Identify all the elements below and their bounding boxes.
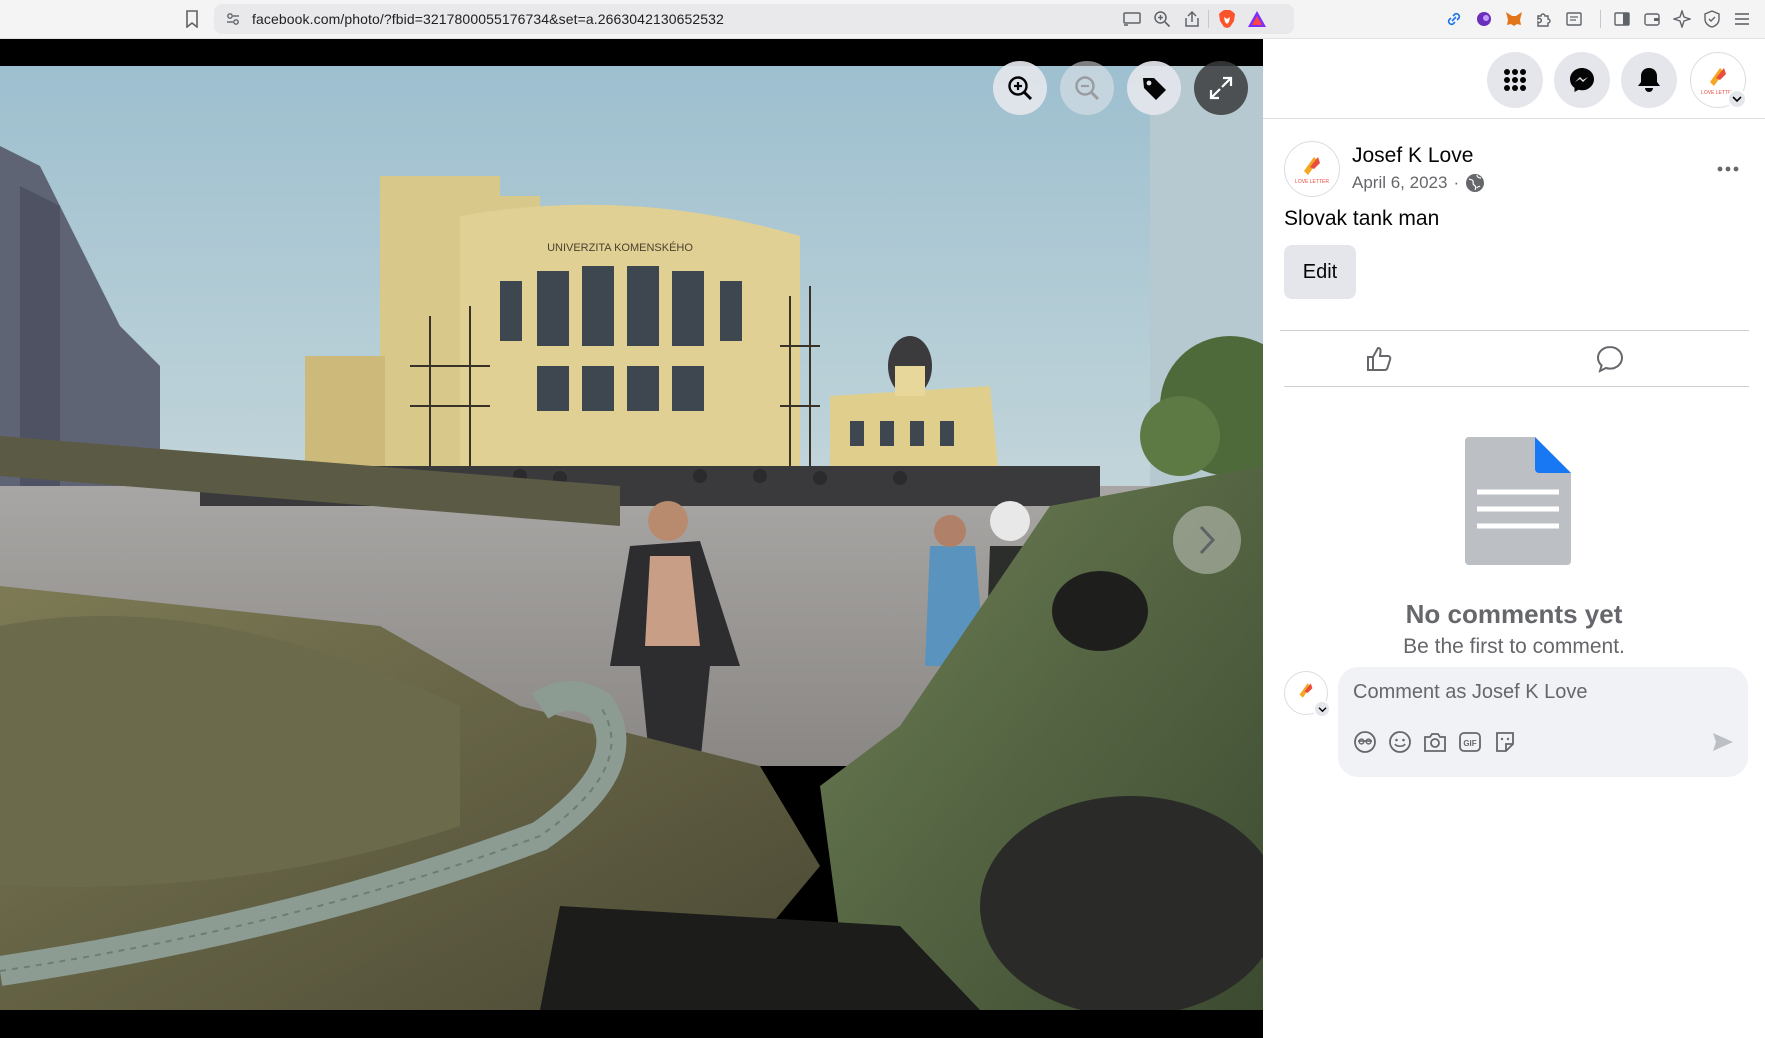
meta-separator: ·	[1453, 173, 1460, 192]
url-text[interactable]: facebook.com/photo/?fbid=321780005517673…	[252, 11, 724, 27]
svg-text:UNIVERZITA KOMENSKÉHO: UNIVERZITA KOMENSKÉHO	[547, 241, 693, 254]
bookmark-icon[interactable]	[181, 8, 203, 30]
svg-text:LOVE LETTER: LOVE LETTER	[1295, 179, 1329, 185]
commenter-avatar[interactable]	[1284, 671, 1331, 718]
chevron-down-icon	[1727, 89, 1747, 109]
no-comments-title: No comments yet	[1405, 599, 1623, 629]
like-button[interactable]	[1359, 339, 1399, 379]
photo-image[interactable]: UNIVERZITA KOMENSKÉHO	[0, 66, 1263, 1010]
share-icon[interactable]	[1182, 9, 1202, 29]
fullscreen-icon	[1209, 76, 1233, 100]
comment-composer[interactable]: Comment as Josef K Love GIF	[1338, 667, 1748, 777]
post-meta: April 6, 2023 ·	[1352, 173, 1485, 193]
browser-toolbar: facebook.com/photo/?fbid=321780005517673…	[0, 0, 1765, 39]
top-nav: LOVE LETTER	[1263, 39, 1765, 119]
post-panel: LOVE LETTER LOVE LETTER Josef K Love Apr…	[1263, 39, 1765, 1038]
messenger-button[interactable]	[1554, 52, 1610, 108]
zoom-out-icon	[1075, 76, 1100, 101]
divider	[1284, 386, 1749, 387]
zoom-icon[interactable]	[1152, 9, 1172, 29]
menu-icon[interactable]	[1732, 9, 1752, 29]
zoom-in-button[interactable]	[993, 61, 1047, 115]
notifications-icon	[1638, 68, 1660, 92]
send-icon[interactable]	[1708, 727, 1738, 757]
messenger-icon	[1570, 68, 1594, 92]
vpn-icon[interactable]	[1702, 9, 1722, 29]
author-name[interactable]: Josef K Love	[1352, 144, 1473, 168]
comment-icon	[1596, 345, 1624, 373]
menu-button[interactable]	[1487, 52, 1543, 108]
wallet-icon[interactable]	[1642, 9, 1662, 29]
tag-icon	[1143, 78, 1166, 100]
notifications-button[interactable]	[1621, 52, 1677, 108]
camera-icon[interactable]	[1422, 729, 1448, 755]
cast-icon[interactable]	[1122, 9, 1142, 29]
no-comments-document-icon	[1465, 437, 1571, 570]
emoji-icon[interactable]	[1387, 729, 1413, 755]
zoom-out-button[interactable]	[1060, 61, 1114, 115]
leo-icon[interactable]	[1672, 9, 1692, 29]
divider	[1280, 330, 1749, 331]
address-bar[interactable]: facebook.com/photo/?fbid=321780005517673…	[214, 4, 1294, 34]
divider	[1600, 10, 1601, 28]
svg-text:GIF: GIF	[1463, 739, 1476, 748]
comment-input[interactable]: Comment as Josef K Love	[1353, 681, 1588, 704]
love-letter-logo: LOVE LETTER	[1295, 157, 1329, 185]
more-options-icon[interactable]	[1710, 151, 1746, 187]
sidebar-icon[interactable]	[1612, 9, 1632, 29]
edit-button[interactable]: Edit	[1284, 245, 1356, 299]
menu-grid-icon	[1504, 69, 1526, 91]
post-caption: Slovak tank man	[1284, 207, 1440, 230]
avatar-sticker-icon[interactable]	[1352, 729, 1378, 755]
zoom-in-icon	[1008, 76, 1033, 101]
tag-photo-button[interactable]	[1127, 61, 1181, 115]
like-icon	[1367, 346, 1392, 371]
next-photo-button[interactable]	[1173, 506, 1241, 574]
sticker-icon[interactable]	[1492, 729, 1518, 755]
post-date[interactable]: April 6, 2023	[1352, 173, 1447, 193]
brave-shields-icon[interactable]	[1217, 9, 1237, 29]
author-avatar[interactable]: LOVE LETTER	[1284, 141, 1340, 197]
link-icon[interactable]	[1444, 9, 1464, 29]
chevron-right-icon	[1199, 525, 1216, 555]
site-info-icon[interactable]	[224, 10, 242, 28]
metamask-icon[interactable]	[1504, 9, 1524, 29]
account-avatar[interactable]: LOVE LETTER	[1690, 52, 1747, 109]
brave-rewards-icon[interactable]	[1247, 9, 1267, 29]
gif-icon[interactable]: GIF	[1457, 729, 1483, 755]
chevron-down-icon	[1313, 700, 1331, 718]
no-comments-subtitle: Be the first to comment.	[1403, 635, 1625, 658]
puzzle-icon[interactable]	[1534, 9, 1554, 29]
photo-viewer: UNIVERZITA KOMENSKÉHO	[0, 39, 1263, 1038]
reader-icon[interactable]	[1564, 9, 1584, 29]
extension-purple-icon[interactable]	[1474, 9, 1494, 29]
divider	[1208, 10, 1209, 28]
fullscreen-button[interactable]	[1194, 61, 1248, 115]
comment-button[interactable]	[1590, 339, 1630, 379]
globe-icon[interactable]	[1465, 173, 1485, 193]
